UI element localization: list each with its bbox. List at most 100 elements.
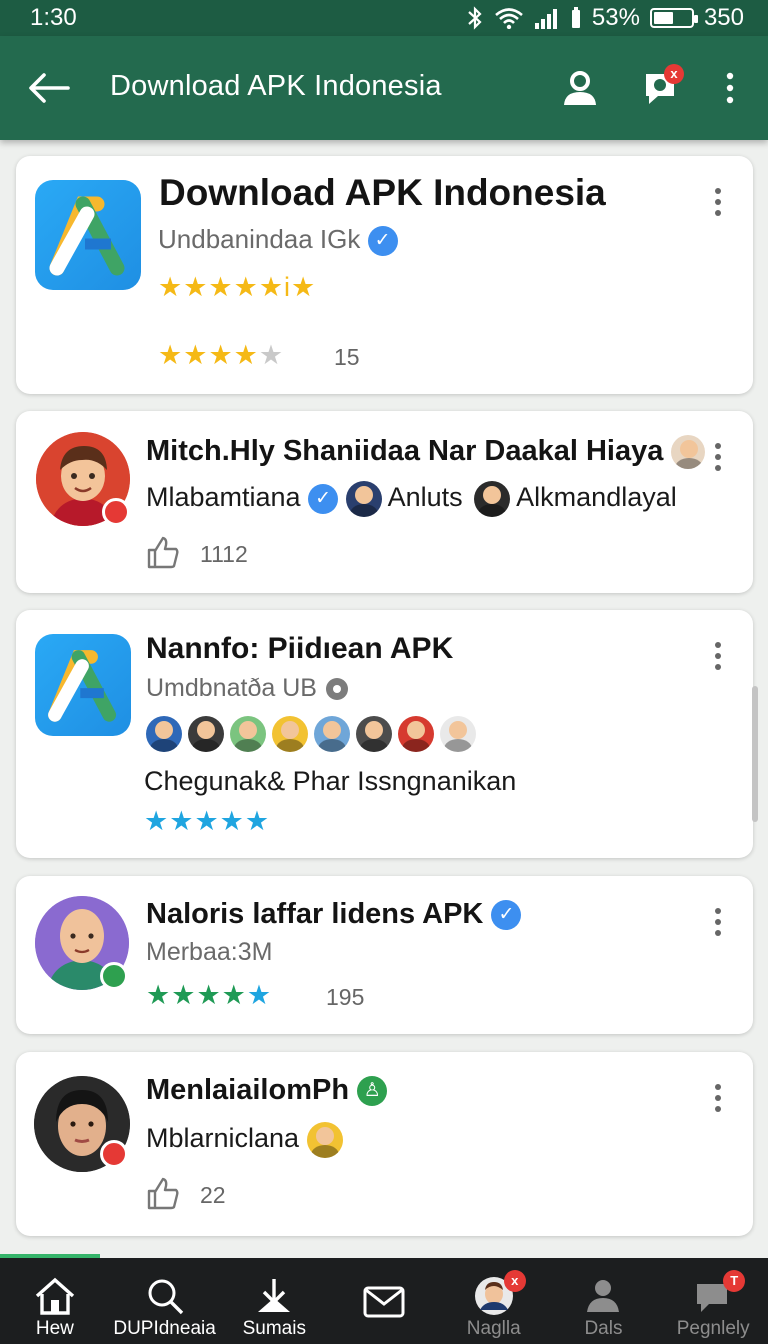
- card-subtitle: Undbanindaa IGk ✓: [158, 224, 398, 257]
- nav-label: Pegnlely: [676, 1318, 750, 1339]
- app-logo-icon: [35, 180, 141, 290]
- rating-count: 195: [326, 984, 365, 1010]
- search-icon: [148, 1279, 183, 1315]
- star-icon: ★: [171, 980, 197, 1010]
- card-caption: Chegunak& Phar Issngnanikan: [144, 766, 517, 796]
- nav-person[interactable]: Dals: [549, 1258, 659, 1344]
- flask-badge-icon: ♙: [357, 1076, 388, 1107]
- nav-downloads[interactable]: Sumais: [219, 1258, 329, 1344]
- mini-avatar: [474, 481, 511, 517]
- card-subtitle-text: Undbanindaa IGk: [158, 224, 361, 254]
- card-title: Mitch.Hly Shaniidaa Nar Daakal Hiaya: [146, 435, 711, 470]
- like-button[interactable]: [146, 535, 180, 574]
- star-icon: ★: [233, 340, 259, 370]
- like-button[interactable]: [146, 1176, 180, 1215]
- card-more-button[interactable]: [709, 443, 727, 471]
- star-row-top: ★★★★★i★: [158, 272, 317, 302]
- star-icon: ★: [194, 806, 220, 836]
- user-card-mitch[interactable]: Mitch.Hly Shaniidaa Nar Daakal Hiaya Mla…: [16, 411, 753, 593]
- star-icon: ★: [244, 806, 271, 836]
- mini-avatar: [345, 481, 382, 517]
- star-icon: ★: [208, 340, 234, 370]
- battery-level: [653, 12, 674, 24]
- back-button[interactable]: [24, 66, 72, 110]
- notification-badge: x: [664, 64, 684, 84]
- star-icon: ★: [196, 980, 222, 1010]
- mini-avatar: [272, 716, 308, 752]
- more-vert-icon: [726, 72, 734, 104]
- star-icon: ★: [144, 806, 170, 836]
- card-meta-line: Mblarniclana: [146, 1122, 349, 1158]
- mini-avatar: [188, 716, 224, 752]
- meta-name: Mlabamtiana: [146, 482, 301, 513]
- mini-avatar: [356, 716, 392, 752]
- card-title: Download APK Indonesia: [159, 172, 606, 213]
- nav-profile[interactable]: x Naglla: [439, 1258, 549, 1344]
- nav-label: Dals: [584, 1318, 623, 1339]
- card-title: Naloris laffar lidens APK ✓: [146, 898, 522, 931]
- star-icon: ★: [158, 340, 184, 370]
- verified-icon: ✓: [367, 226, 398, 257]
- mini-avatar: [314, 716, 350, 752]
- meta-name: Mblarniclana: [146, 1123, 300, 1154]
- user-card-menlaia[interactable]: MenlaiailomPh ♙ Mblarniclana 22: [16, 1052, 753, 1236]
- card-title-text: Naloris laffar lidens APK: [146, 898, 484, 930]
- person-icon: [587, 1280, 620, 1312]
- app-card-nannfo[interactable]: Nannfo: Piidıean APK Umdbnatða UB Chegun…: [16, 610, 753, 858]
- card-more-button[interactable]: [709, 908, 727, 936]
- card-title: Nannfo: Piidıean APK: [146, 632, 454, 665]
- battery-percent: 53%: [591, 4, 640, 31]
- star-empty-icon: ★: [258, 340, 285, 370]
- verified-badge: [100, 962, 128, 990]
- nav-search[interactable]: DUPIdneaia: [110, 1258, 220, 1344]
- nav-label: Sumais: [242, 1318, 306, 1339]
- app-bar-title: Download APK Indonesia: [110, 70, 442, 102]
- battery-icon: [649, 8, 698, 28]
- card-subtitle: Merbaa:3M: [146, 938, 273, 966]
- meta-name: Alkmandlayal: [516, 482, 677, 513]
- verified-icon: ✓: [308, 484, 339, 514]
- star-icon: ★: [146, 980, 172, 1010]
- card-more-button[interactable]: [709, 188, 727, 216]
- meta-name: Anluts: [387, 482, 463, 513]
- mini-avatar: [440, 716, 476, 752]
- nav-home[interactable]: Hew: [0, 1258, 110, 1344]
- thumbs-up-icon: [147, 536, 179, 569]
- card-subtitle: Umdbnatða UB: [146, 674, 350, 703]
- scrollbar[interactable]: [752, 686, 758, 822]
- card-more-button[interactable]: [709, 642, 727, 670]
- overflow-menu-button[interactable]: [706, 64, 754, 112]
- nav-label: Hew: [35, 1318, 74, 1339]
- status-badge: [100, 1140, 128, 1168]
- follower-avatars: [146, 716, 482, 752]
- status-extra: 350: [703, 4, 744, 31]
- profile-button[interactable]: [556, 64, 604, 112]
- likes-count: 1112: [200, 541, 248, 567]
- star-icon: ★: [246, 980, 273, 1010]
- battery-small-icon: [571, 7, 580, 28]
- nav-chat[interactable]: T Pegnlely: [658, 1258, 768, 1344]
- mini-avatar: [398, 716, 434, 752]
- star-icon: ★: [169, 806, 195, 836]
- mini-avatar: [671, 435, 706, 470]
- home-icon: [35, 1277, 74, 1315]
- user-card-naloris[interactable]: Naloris laffar lidens APK ✓ Merbaa:3M ★★…: [16, 876, 753, 1034]
- nav-badge: T: [723, 1270, 746, 1292]
- app-bar: Download APK Indonesia x: [0, 36, 768, 140]
- nav-label: Naglla: [466, 1318, 521, 1339]
- verified-icon: ✓: [491, 900, 522, 931]
- arrow-left-icon: [29, 73, 70, 103]
- app-logo-icon: [35, 634, 131, 736]
- app-card-download-apk[interactable]: Download APK Indonesia Undbanindaa IGk ✓…: [16, 156, 753, 394]
- card-title-text: MenlaiailomPh: [146, 1074, 350, 1106]
- messages-button[interactable]: x: [636, 64, 684, 112]
- user-icon: [564, 71, 596, 105]
- star-icon: ★: [183, 340, 209, 370]
- card-title: MenlaiailomPh ♙: [146, 1074, 388, 1107]
- card-more-button[interactable]: [709, 1084, 727, 1112]
- signal-icon: [534, 9, 557, 29]
- nav-mail[interactable]: [329, 1258, 439, 1344]
- thumbs-up-icon: [147, 1177, 179, 1210]
- bluetooth-icon: [468, 6, 482, 30]
- status-icons: 53% 350: [466, 4, 744, 32]
